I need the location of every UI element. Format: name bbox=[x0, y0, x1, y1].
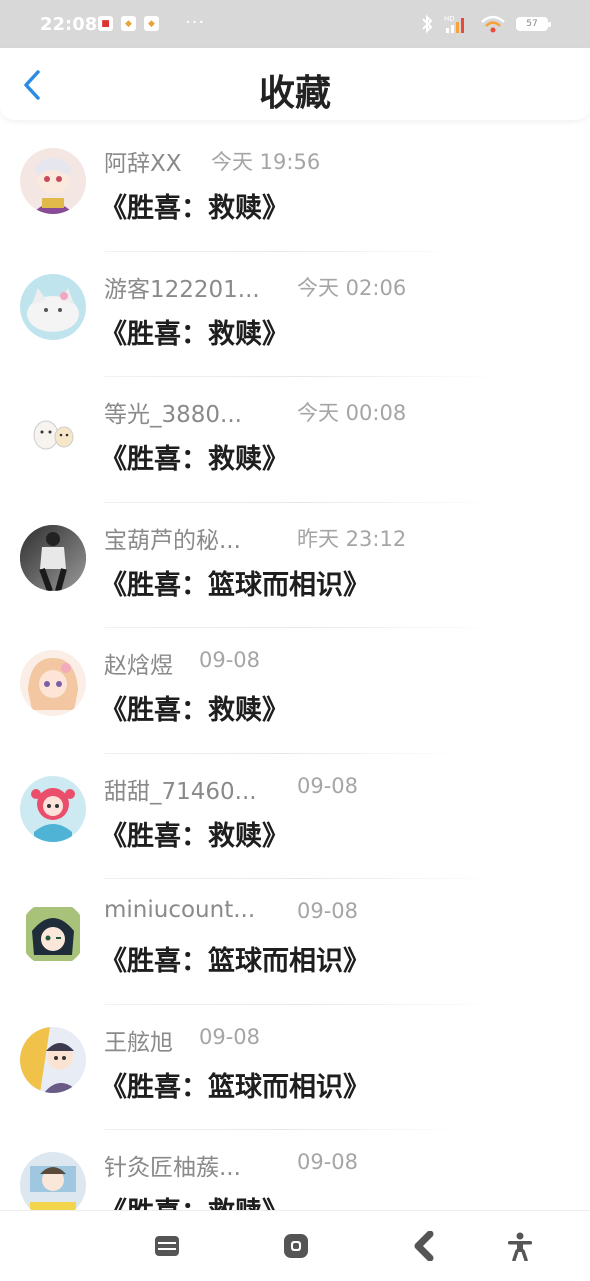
timestamp: 09-08 bbox=[199, 648, 261, 672]
system-nav-bar bbox=[0, 1210, 590, 1281]
story-title: 《胜喜：救赎》 bbox=[100, 820, 289, 852]
story-title: 《胜喜：篮球而相识》 bbox=[100, 569, 370, 601]
back-icon[interactable] bbox=[410, 1231, 440, 1261]
story-title: 《胜喜：救赎》 bbox=[100, 193, 289, 224]
story-title: 《胜喜：救赎》 bbox=[100, 1190, 289, 1210]
timestamp: 今天 00:08 bbox=[297, 401, 407, 425]
cellular-signal-icon: HD bbox=[444, 15, 464, 33]
menu-icon[interactable] bbox=[152, 1231, 182, 1261]
list-item[interactable]: 王舷旭 09-08 《胜喜：篮球而相识》 bbox=[0, 1005, 590, 1130]
svg-text:HD: HD bbox=[444, 15, 455, 23]
avatar[interactable] bbox=[20, 524, 86, 591]
avatar[interactable] bbox=[20, 399, 86, 465]
timestamp: 今天 19:56 bbox=[211, 150, 321, 174]
user-name: 宝葫芦的秘... bbox=[104, 527, 241, 554]
story-title: 《胜喜：救赎》 bbox=[100, 695, 289, 726]
avatar[interactable] bbox=[20, 901, 86, 967]
avatar[interactable] bbox=[20, 775, 86, 842]
timestamp: 09-08 bbox=[297, 899, 359, 923]
user-name: 针灸匠柚蔟... bbox=[104, 1155, 241, 1181]
user-name: 游客122201... bbox=[104, 276, 260, 303]
status-bar: 22:08 ■ ◆ ◆ ··· HD 57 bbox=[0, 0, 590, 48]
list-item[interactable]: 针灸匠柚蔟... 09-08 《胜喜：救赎》 bbox=[0, 1130, 590, 1210]
user-name: 赵焓煜 bbox=[104, 653, 173, 679]
timestamp: 09-08 bbox=[199, 1024, 261, 1049]
list-item[interactable]: 阿辞XX 今天 19:56 《胜喜：救赎》 bbox=[0, 126, 590, 252]
wifi-icon bbox=[481, 15, 505, 33]
user-name: 等光_3880... bbox=[104, 402, 242, 428]
user-name: 王舷旭 bbox=[104, 1029, 173, 1056]
page-title: 收藏 bbox=[258, 73, 331, 114]
avatar[interactable] bbox=[20, 1152, 86, 1210]
list-item[interactable]: 等光_3880... 今天 00:08 《胜喜：救赎》 bbox=[0, 377, 590, 503]
story-title: 《胜喜：篮球而相识》 bbox=[100, 946, 370, 977]
user-name: miniucount... bbox=[104, 897, 256, 923]
status-time: 22:08 bbox=[40, 14, 98, 35]
favorites-list[interactable]: 阿辞XX 今天 19:56 《胜喜：救赎》 游客122201... 今天 02:… bbox=[0, 126, 590, 1210]
home-icon[interactable] bbox=[281, 1231, 311, 1261]
list-item[interactable]: 赵焓煜 09-08 《胜喜：救赎》 bbox=[0, 628, 590, 754]
battery-icon: 57 bbox=[516, 17, 551, 31]
app-notification-icon: ■ bbox=[98, 16, 113, 31]
list-item[interactable]: miniucount... 09-08 《胜喜：篮球而相识》 bbox=[0, 879, 590, 1005]
list-item[interactable]: 宝葫芦的秘... 昨天 23:12 《胜喜：篮球而相识》 bbox=[0, 503, 590, 628]
avatar[interactable] bbox=[20, 273, 86, 340]
accessibility-icon[interactable] bbox=[505, 1231, 535, 1261]
avatar[interactable] bbox=[20, 148, 86, 214]
app-notification-icon: ◆ bbox=[121, 16, 136, 31]
timestamp: 09-08 bbox=[297, 1150, 359, 1174]
notification-icons: ■ ◆ ◆ bbox=[98, 16, 159, 31]
app-header: 收藏 bbox=[0, 48, 590, 120]
timestamp: 昨天 23:12 bbox=[297, 526, 407, 551]
timestamp: 今天 02:06 bbox=[297, 275, 407, 300]
app-notification-icon: ◆ bbox=[144, 16, 159, 31]
bluetooth-icon bbox=[422, 14, 433, 34]
timestamp: 09-08 bbox=[297, 773, 359, 798]
list-item[interactable]: 甜甜_71460... 09-08 《胜喜：救赎》 bbox=[0, 754, 590, 879]
avatar[interactable] bbox=[20, 1026, 86, 1093]
status-right-icons: HD 57 bbox=[420, 14, 551, 34]
story-title: 《胜喜：救赎》 bbox=[100, 318, 289, 350]
user-name: 甜甜_71460... bbox=[104, 778, 257, 805]
avatar[interactable] bbox=[20, 650, 86, 716]
story-title: 《胜喜：篮球而相识》 bbox=[100, 1071, 370, 1103]
user-name: 阿辞XX bbox=[104, 151, 182, 177]
list-item[interactable]: 游客122201... 今天 02:06 《胜喜：救赎》 bbox=[0, 252, 590, 377]
more-notifications-icon: ··· bbox=[185, 12, 206, 33]
story-title: 《胜喜：救赎》 bbox=[100, 444, 289, 475]
